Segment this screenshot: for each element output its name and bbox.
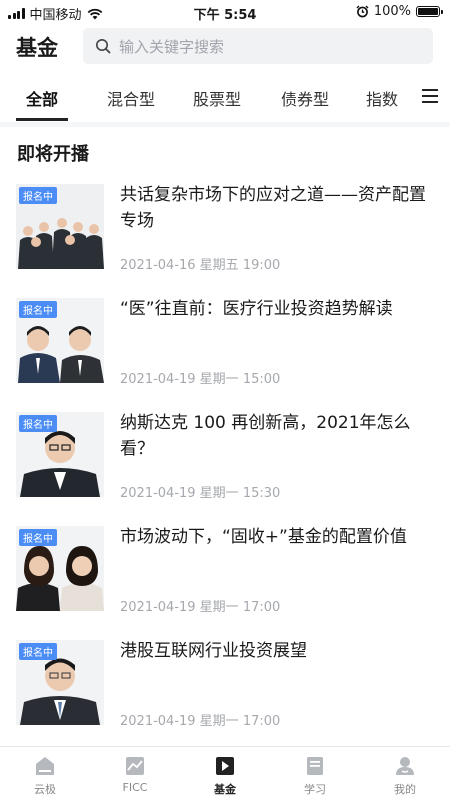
header: 基金 输入关键字搜索 — [0, 24, 450, 70]
event-title: 港股互联网行业投资展望 — [120, 641, 307, 661]
event-title: 纳斯达克 100 再创新高，2021年怎么看？ — [120, 413, 411, 459]
event-item[interactable]: 报名中 “医”往直前：医疗行业投资趋势解读 2021-04-19 星期一 15:… — [0, 286, 450, 400]
event-item[interactable]: 报名中 港股互联网行业投资展望 2021-04-19 星期一 17:00 — [0, 628, 450, 742]
search-input[interactable]: 输入关键字搜索 — [83, 28, 433, 64]
search-icon — [96, 39, 111, 54]
event-item[interactable]: 报名中 共话复杂市场下的应对之道——资产配置专场 2021-04-16 星期五 … — [0, 172, 450, 286]
nav-label: FICC — [122, 781, 148, 794]
search-placeholder: 输入关键字搜索 — [119, 37, 225, 56]
battery-icon — [416, 6, 443, 17]
event-time: 2021-04-19 星期一 15:00 — [120, 372, 281, 387]
profile-icon — [396, 757, 414, 775]
category-tabs: 全部 混合型 股票型 债券型 指数 — [0, 70, 450, 122]
page-title: 基金 — [16, 36, 58, 60]
battery-percent: 100% — [373, 4, 411, 19]
event-thumbnail: 报名中 — [16, 184, 104, 269]
nav-label: 基金 — [214, 783, 236, 796]
book-icon — [307, 757, 323, 775]
tab-bond[interactable]: 债券型 — [281, 86, 329, 110]
event-title: “医”往直前：医疗行业投资趋势解读 — [120, 299, 393, 319]
status-right: 100% — [356, 4, 443, 19]
tab-index[interactable]: 指数 — [366, 86, 398, 110]
nav-label: 学习 — [304, 783, 326, 796]
registration-badge: 报名中 — [19, 415, 57, 432]
event-thumbnail: 报名中 — [16, 640, 104, 725]
event-time: 2021-04-19 星期一 15:30 — [120, 486, 281, 501]
bottom-nav: 云极 FICC 基金 学习 我的 — [0, 746, 450, 801]
home-icon — [36, 757, 54, 775]
menu-icon[interactable] — [422, 89, 438, 103]
event-time: 2021-04-16 星期五 19:00 — [120, 258, 281, 273]
status-bar: 中国移动 下午 5:54 100% — [0, 0, 450, 24]
nav-item-fund[interactable]: 基金 — [180, 747, 270, 801]
event-title: 共话复杂市场下的应对之道——资产配置专场 — [120, 185, 426, 231]
nav-item-profile[interactable]: 我的 — [360, 747, 450, 801]
registration-badge: 报名中 — [19, 187, 57, 204]
nav-item-learn[interactable]: 学习 — [270, 747, 360, 801]
tab-hybrid[interactable]: 混合型 — [107, 86, 155, 110]
nav-label: 云极 — [34, 783, 56, 796]
section-title: 即将开播 — [17, 144, 89, 165]
nav-label: 我的 — [394, 783, 416, 796]
event-thumbnail: 报名中 — [16, 298, 104, 383]
registration-badge: 报名中 — [19, 529, 57, 546]
nav-item-home[interactable]: 云极 — [0, 747, 90, 801]
video-icon — [216, 757, 234, 775]
active-tab-indicator — [16, 118, 68, 121]
registration-badge: 报名中 — [19, 301, 57, 318]
alarm-icon — [356, 5, 369, 18]
tab-stock[interactable]: 股票型 — [193, 86, 241, 110]
event-thumbnail: 报名中 — [16, 526, 104, 611]
event-item[interactable]: 报名中 市场波动下，“固收+”基金的配置价值 2021-04-19 星期一 17… — [0, 514, 450, 628]
chart-icon — [126, 757, 144, 775]
event-title: 市场波动下，“固收+”基金的配置价值 — [120, 527, 407, 547]
nav-item-ficc[interactable]: FICC — [90, 747, 180, 801]
registration-badge: 报名中 — [19, 643, 57, 660]
tab-all[interactable]: 全部 — [26, 86, 58, 110]
section-divider — [0, 122, 450, 127]
event-time: 2021-04-19 星期一 17:00 — [120, 714, 281, 729]
event-thumbnail: 报名中 — [16, 412, 104, 497]
event-time: 2021-04-19 星期一 17:00 — [120, 600, 281, 615]
event-item[interactable]: 报名中 纳斯达克 100 再创新高，2021年怎么看？ 2021-04-19 星… — [0, 400, 450, 514]
